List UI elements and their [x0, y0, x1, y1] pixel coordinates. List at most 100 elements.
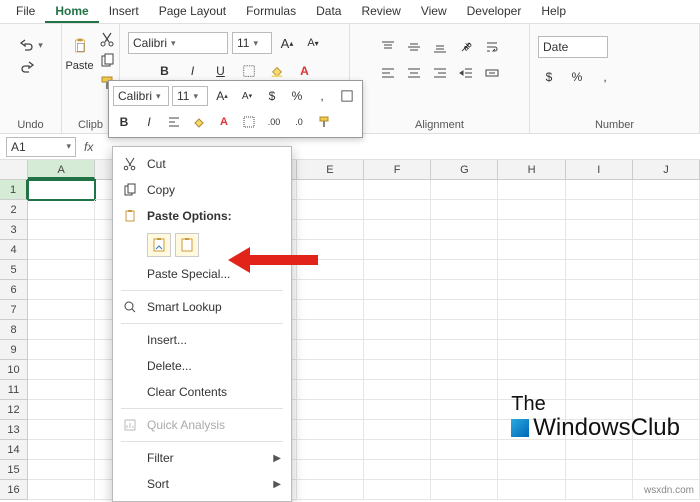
cell-E16[interactable] — [297, 480, 364, 500]
cell-A8[interactable] — [28, 320, 95, 340]
cell-G2[interactable] — [431, 200, 498, 220]
cell-E3[interactable] — [297, 220, 364, 240]
menu-developer[interactable]: Developer — [457, 0, 532, 23]
row-header-13[interactable]: 13 — [0, 420, 28, 440]
cell-F13[interactable] — [364, 420, 431, 440]
cell-E6[interactable] — [297, 280, 364, 300]
mini-decrease-font[interactable]: A▾ — [236, 85, 258, 107]
menu-view[interactable]: View — [411, 0, 457, 23]
font-name-select[interactable]: Calibri▾ — [128, 32, 228, 54]
context-smart-lookup[interactable]: Smart Lookup — [113, 294, 291, 320]
number-format-select[interactable]: Date — [538, 36, 608, 58]
font-size-select[interactable]: 11▾ — [232, 32, 272, 54]
cell-A7[interactable] — [28, 300, 95, 320]
cell-H13[interactable] — [498, 420, 565, 440]
cell-J9[interactable] — [633, 340, 700, 360]
cell-G4[interactable] — [431, 240, 498, 260]
cell-H12[interactable] — [498, 400, 565, 420]
menu-insert[interactable]: Insert — [99, 0, 149, 23]
cell-I5[interactable] — [566, 260, 633, 280]
cell-F7[interactable] — [364, 300, 431, 320]
cell-G14[interactable] — [431, 440, 498, 460]
cell-G7[interactable] — [431, 300, 498, 320]
cell-E5[interactable] — [297, 260, 364, 280]
name-box[interactable]: A1▾ — [6, 137, 76, 157]
cell-I6[interactable] — [566, 280, 633, 300]
cell-E15[interactable] — [297, 460, 364, 480]
cell-I15[interactable] — [566, 460, 633, 480]
cell-E10[interactable] — [297, 360, 364, 380]
cell-I10[interactable] — [566, 360, 633, 380]
borders-button[interactable] — [238, 60, 260, 82]
cell-I8[interactable] — [566, 320, 633, 340]
menu-review[interactable]: Review — [351, 0, 410, 23]
mini-increase-font[interactable]: A▴ — [211, 85, 233, 107]
cell-J13[interactable] — [633, 420, 700, 440]
redo-button[interactable] — [18, 58, 43, 76]
cell-A5[interactable] — [28, 260, 95, 280]
align-bottom-button[interactable] — [429, 36, 451, 58]
cell-J8[interactable] — [633, 320, 700, 340]
cell-H5[interactable] — [498, 260, 565, 280]
cell-J5[interactable] — [633, 260, 700, 280]
cell-A11[interactable] — [28, 380, 95, 400]
cell-F2[interactable] — [364, 200, 431, 220]
align-right-button[interactable] — [429, 62, 451, 84]
cell-A15[interactable] — [28, 460, 95, 480]
cell-A2[interactable] — [28, 200, 95, 220]
cell-H10[interactable] — [498, 360, 565, 380]
cut-icon[interactable] — [98, 30, 116, 48]
cell-E14[interactable] — [297, 440, 364, 460]
row-header-6[interactable]: 6 — [0, 280, 28, 300]
context-filter[interactable]: Filter ▶ — [113, 445, 291, 471]
align-center-button[interactable] — [403, 62, 425, 84]
cell-I2[interactable] — [566, 200, 633, 220]
mini-font-color-button[interactable]: A — [213, 111, 235, 133]
cell-H1[interactable] — [498, 180, 565, 200]
cell-F14[interactable] — [364, 440, 431, 460]
cell-H4[interactable] — [498, 240, 565, 260]
cell-H7[interactable] — [498, 300, 565, 320]
cell-A14[interactable] — [28, 440, 95, 460]
col-header-H[interactable]: H — [498, 160, 565, 179]
cell-G5[interactable] — [431, 260, 498, 280]
cell-H3[interactable] — [498, 220, 565, 240]
cell-F1[interactable] — [364, 180, 431, 200]
cell-G8[interactable] — [431, 320, 498, 340]
cell-H2[interactable] — [498, 200, 565, 220]
underline-button[interactable]: U — [210, 60, 232, 82]
cell-J15[interactable] — [633, 460, 700, 480]
col-header-F[interactable]: F — [364, 160, 431, 179]
cell-J1[interactable] — [633, 180, 700, 200]
paste-option-values[interactable] — [175, 233, 199, 257]
context-clear-contents[interactable]: Clear Contents — [113, 379, 291, 405]
mini-increase-decimal-button[interactable]: .0 — [288, 111, 310, 133]
orientation-button[interactable]: ab — [455, 36, 477, 58]
cell-A6[interactable] — [28, 280, 95, 300]
row-header-14[interactable]: 14 — [0, 440, 28, 460]
cell-I7[interactable] — [566, 300, 633, 320]
cell-A4[interactable] — [28, 240, 95, 260]
cell-A12[interactable] — [28, 400, 95, 420]
font-color-button[interactable]: A — [294, 60, 316, 82]
col-header-G[interactable]: G — [431, 160, 498, 179]
menu-page-layout[interactable]: Page Layout — [149, 0, 236, 23]
mini-comma-button[interactable]: , — [311, 85, 333, 107]
cell-G10[interactable] — [431, 360, 498, 380]
cell-I13[interactable] — [566, 420, 633, 440]
comma-button[interactable]: , — [594, 66, 616, 88]
mini-fill-color-button[interactable] — [188, 111, 210, 133]
bold-button[interactable]: B — [154, 60, 176, 82]
col-header-E[interactable]: E — [297, 160, 364, 179]
context-delete[interactable]: Delete... — [113, 353, 291, 379]
percent-button[interactable]: % — [566, 66, 588, 88]
cell-H14[interactable] — [498, 440, 565, 460]
cell-F5[interactable] — [364, 260, 431, 280]
col-header-A[interactable]: A — [28, 160, 95, 179]
mini-align-button[interactable] — [163, 111, 185, 133]
cell-F12[interactable] — [364, 400, 431, 420]
fill-color-button[interactable] — [266, 60, 288, 82]
mini-borders-button[interactable] — [336, 85, 358, 107]
cell-A3[interactable] — [28, 220, 95, 240]
cell-A1[interactable] — [28, 180, 95, 200]
